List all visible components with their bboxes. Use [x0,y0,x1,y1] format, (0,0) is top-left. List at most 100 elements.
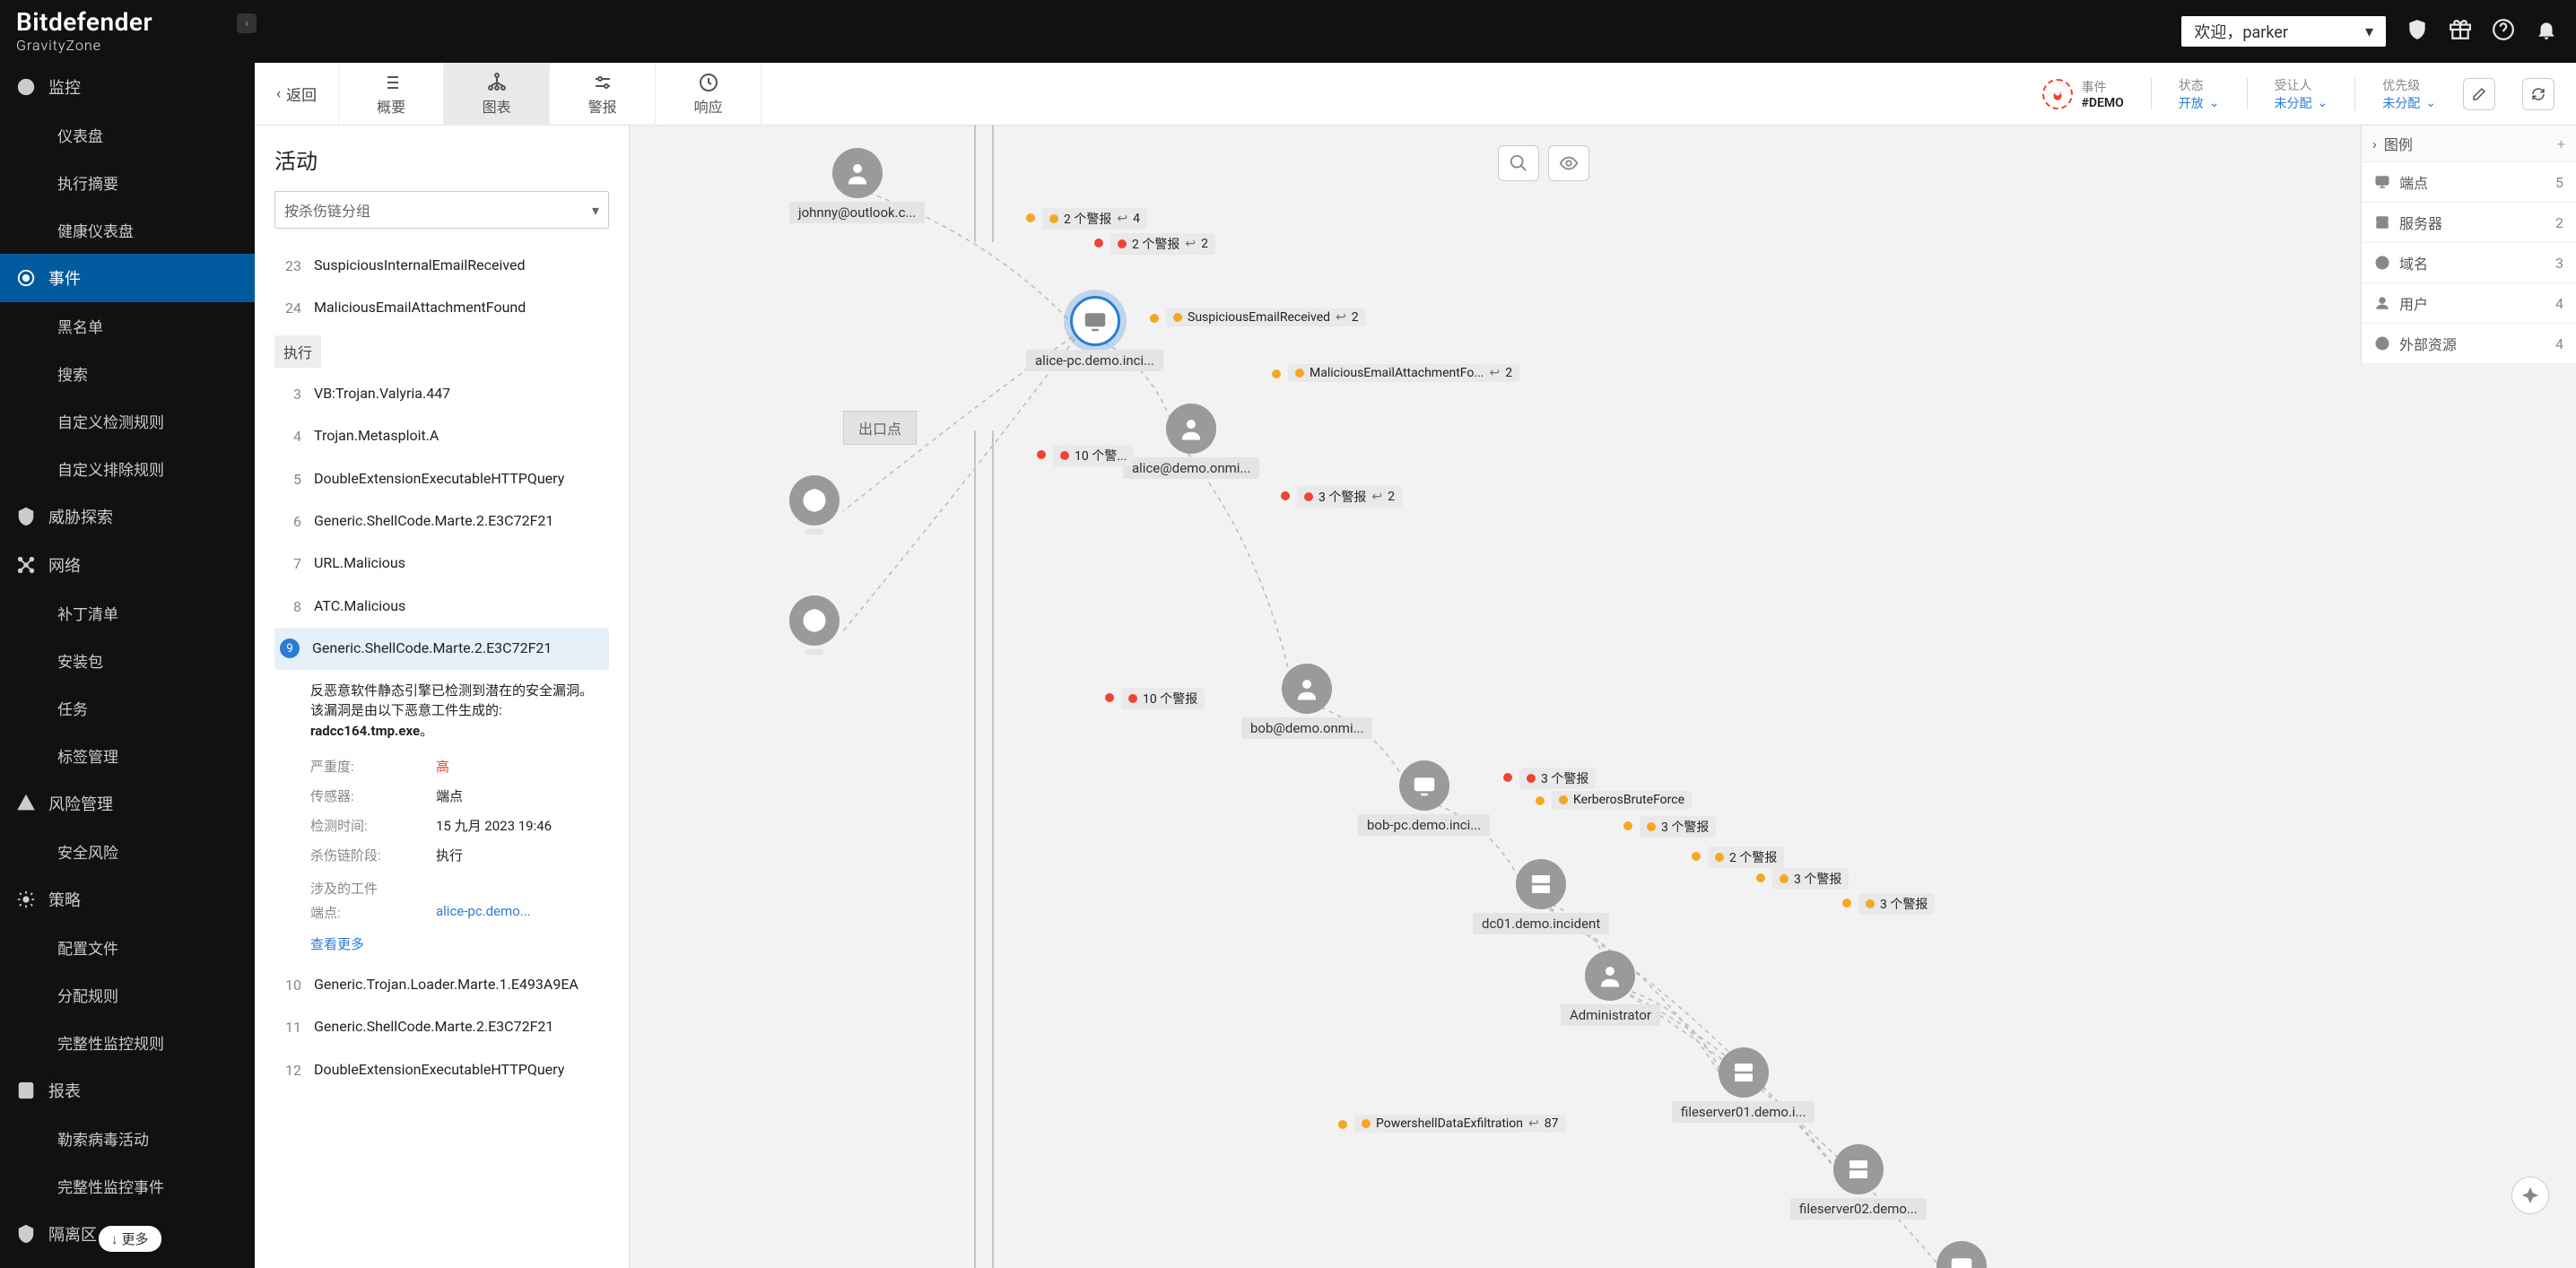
graph-alert-tag[interactable]: SuspiciousEmailReceived↩2 [1166,308,1366,326]
graph-node-server[interactable]: fileserver02.demo... [1790,1144,1927,1220]
nav-sub-item[interactable]: 仪表盘 [0,111,255,159]
stage-divider-1 [970,126,988,1268]
activity-item[interactable]: 3VB:Trojan.Valyria.447 [274,373,609,415]
graph-alert-tag[interactable]: 3 个警报 [1858,893,1935,915]
activity-item[interactable]: 11Generic.ShellCode.Marte.2.E3C72F21 [274,1006,609,1048]
nav-item[interactable]: 事件 [0,254,255,302]
graph-alert-tag[interactable]: 3 个警报 [1640,816,1716,838]
graph-alert-tag[interactable]: KerberosBruteForce [1552,791,1692,809]
refresh-button[interactable] [2522,78,2554,110]
nav-sub-item[interactable]: 任务 [0,684,255,732]
nav-item[interactable]: 报表 [0,1066,255,1115]
help-icon[interactable] [2492,18,2515,45]
extres-icon [2374,335,2390,352]
graph-alert-tag[interactable]: 2 个警报↩2 [1110,233,1215,255]
recenter-button[interactable] [2511,1177,2549,1214]
nav-item[interactable]: 网络 [0,541,255,589]
nav-sub-item[interactable]: 完整性监控规则 [0,1019,255,1066]
tab-graph[interactable]: 图表 [444,63,550,126]
graph-node-server[interactable]: fileserver01.demo.i... [1672,1047,1815,1123]
legend-row[interactable]: 用户4 [2362,283,2576,324]
tab-alerts[interactable]: 警报 [550,63,656,126]
more-button[interactable]: ↓ 更多 [99,1226,161,1252]
graph-alert-tag[interactable]: 10 个警报 [1121,688,1205,709]
nav-sub-item[interactable]: 完整性监控事件 [0,1162,255,1210]
nav-item[interactable]: 监控 [0,63,255,111]
activity-item[interactable]: 5DoubleExtensionExecutableHTTPQuery [274,458,609,500]
nav-sub-item[interactable]: 黑名单 [0,302,255,350]
nav-sub-item[interactable]: 勒索病毒活动 [0,1115,255,1162]
activity-item[interactable]: 9Generic.ShellCode.Marte.2.E3C72F21 [274,628,609,669]
graph-alert-tag[interactable]: 2 个警报 [1708,847,1784,868]
nav-item[interactable]: 风险管理 [0,779,255,828]
nav-sub-item[interactable]: 自定义排除规则 [0,445,255,492]
nav-sub-item[interactable]: 分配规则 [0,971,255,1019]
nav-item[interactable]: 策略 [0,875,255,924]
graph-alert-tag[interactable]: 3 个警报↩2 [1297,486,1402,508]
graph-node-user[interactable]: alice@demo.onmi... [1123,404,1259,479]
graph-search-button[interactable] [1498,145,1539,181]
nav-sub-item[interactable]: 搜索 [0,350,255,397]
graph-node-globe[interactable] [789,595,840,655]
graph-node-user[interactable]: johnny@outlook.c... [789,148,925,223]
legend-row[interactable]: 域名3 [2362,243,2576,283]
nav-sub-item[interactable]: 执行摘要 [0,159,255,206]
endpoint-link[interactable]: alice-pc.demo... [436,903,531,922]
graph-node-user[interactable]: Administrator [1561,951,1660,1026]
graph-node-globe[interactable] [789,475,840,534]
graph-node-endpoint[interactable]: alice-pc.demo.inci... [1026,296,1163,371]
activity-item[interactable]: 4Trojan.Metasploit.A [274,415,609,457]
nav-sub-item[interactable]: 自定义检测规则 [0,397,255,445]
graph-node-server[interactable]: dc01.demo.incident [1473,859,1609,934]
nav-sub-item[interactable]: 安装包 [0,637,255,684]
alert-dot [1623,821,1632,830]
graph-alert-tag[interactable]: 10 个警... [1053,445,1134,466]
nav-sub-item[interactable]: 补丁清单 [0,589,255,637]
graph-visibility-button[interactable] [1548,145,1589,181]
activity-item[interactable]: 23SuspiciousInternalEmailReceived [274,245,609,287]
tab-response[interactable]: 响应 [656,63,761,126]
status-dropdown[interactable]: 状态 开放 ⌄ [2179,76,2220,112]
back-button[interactable]: ‹ 返回 [255,83,338,105]
chevron-right-icon[interactable]: › [2372,135,2377,152]
activity-item[interactable]: 8ATC.Malicious [274,586,609,628]
graph-alert-tag[interactable]: 3 个警报 [1519,768,1596,789]
legend-row[interactable]: 服务器2 [2362,203,2576,243]
gift-icon[interactable] [2449,18,2472,45]
group-by-select[interactable]: 按杀伤链分组 ▾ [274,191,609,229]
activity-item[interactable]: 24MaliciousEmailAttachmentFound [274,287,609,329]
graph-node-user[interactable]: bob@demo.onmi... [1241,664,1372,739]
priority-dropdown[interactable]: 优先级 未分配 ⌄ [2382,76,2436,112]
graph-alert-tag[interactable]: 2 个警报↩4 [1042,208,1147,230]
nav-sub-item[interactable]: 健康仪表盘 [0,206,255,254]
activity-item[interactable]: 12DoubleExtensionExecutableHTTPQuery [274,1049,609,1091]
activity-item[interactable]: 7URL.Malicious [274,543,609,585]
graph-alert-tag[interactable]: 3 个警报 [1772,868,1849,890]
assignee-dropdown[interactable]: 受让人 未分配 ⌄ [2275,76,2328,112]
nav-sub-item[interactable]: 标签管理 [0,732,255,779]
legend-add-button[interactable]: + [2557,135,2565,152]
legend-row[interactable]: 外部资源4 [2362,324,2576,364]
brand-name: Bitdefender [16,10,152,35]
nav-item[interactable]: 威胁探索 [0,492,255,541]
graph-node-endpoint[interactable]: bob-pc.demo.inci... [1358,760,1490,836]
tab-overview[interactable]: 概要 [338,63,444,126]
reply-icon: ↩ [1117,212,1127,226]
graph-alert-tag[interactable]: PowershellDataExfiltration↩87 [1354,1115,1566,1133]
edit-button[interactable] [2463,78,2495,110]
user-menu[interactable]: 欢迎，parker ▾ [2181,16,2386,47]
activity-item[interactable]: 10Generic.Trojan.Loader.Marte.1.E493A9EA [274,964,609,1006]
nav-sub-item[interactable]: 配置文件 [0,924,255,971]
view-more-link[interactable]: 查看更多 [310,934,600,953]
nav-sub-item[interactable]: 安全风险 [0,828,255,875]
incident-graph[interactable]: johnny@outlook.c... alice-pc.demo.inci...… [630,126,2576,1268]
activity-item[interactable]: 6Generic.ShellCode.Marte.2.E3C72F21 [274,500,609,543]
sidebar-collapse-button[interactable]: ‹ [237,13,257,33]
alert-dot [1150,314,1159,323]
legend-row[interactable]: 端点5 [2362,162,2576,203]
chevron-down-icon: ⌄ [2425,96,2436,110]
graph-node-endpoint[interactable]: cfo-laptop.demo.i... [1894,1241,2028,1268]
bell-icon[interactable] [2535,18,2558,45]
shield-icon[interactable] [2406,18,2429,45]
graph-alert-tag[interactable]: MaliciousEmailAttachmentFo...↩2 [1288,364,1519,382]
